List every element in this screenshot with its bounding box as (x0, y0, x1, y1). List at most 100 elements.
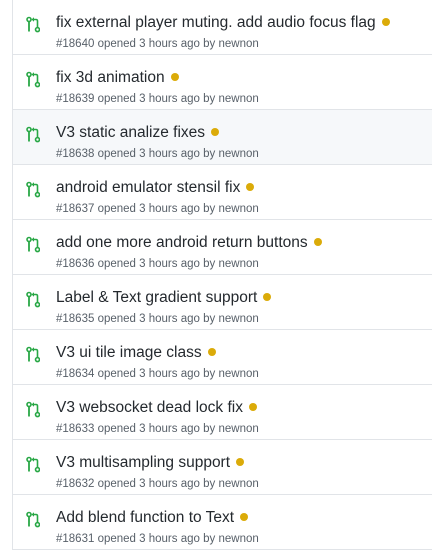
pull-request-number: #18634 (56, 368, 95, 380)
by-label: by (203, 38, 216, 50)
git-pull-request-icon (26, 181, 40, 199)
pull-request-title-line: android emulator stensil fix (56, 178, 255, 198)
author-link[interactable]: newnon (218, 203, 258, 215)
pull-request-number: #18632 (56, 478, 95, 490)
author-link[interactable]: newnon (218, 533, 258, 545)
pull-request-row[interactable]: V3 ui tile image class #18634 opened 3 h… (13, 330, 432, 385)
opened-label: opened (97, 313, 136, 325)
pull-request-row[interactable]: add one more android return buttons #186… (13, 220, 432, 275)
pull-request-title-link[interactable]: V3 static analize fixes (56, 124, 205, 141)
pull-request-title-line: fix 3d animation (56, 68, 179, 88)
opened-label: opened (97, 93, 136, 105)
pull-request-title-link[interactable]: fix external player muting. add audio fo… (56, 14, 376, 31)
git-pull-request-icon (26, 511, 40, 529)
status-pending-dot[interactable] (240, 513, 249, 521)
author-link[interactable]: newnon (218, 313, 258, 325)
pull-request-title-line: V3 websocket dead lock fix (56, 398, 257, 418)
relative-time[interactable]: 3 hours ago (139, 258, 200, 270)
pull-request-title-line: Add blend function to Text (56, 508, 249, 528)
relative-time[interactable]: 3 hours ago (139, 203, 200, 215)
pull-request-number: #18633 (56, 423, 95, 435)
status-pending-dot[interactable] (207, 348, 216, 356)
pull-request-list: fix external player muting. add audio fo… (12, 0, 432, 550)
author-link[interactable]: newnon (218, 93, 258, 105)
author-link[interactable]: newnon (218, 148, 258, 160)
pull-request-meta: #18636 opened 3 hours ago by newnon (56, 257, 259, 271)
relative-time[interactable]: 3 hours ago (139, 38, 200, 50)
git-pull-request-icon (26, 236, 40, 254)
pull-request-number: #18636 (56, 258, 95, 270)
git-pull-request-icon (26, 16, 40, 34)
pull-request-row[interactable]: V3 static analize fixes #18638 opened 3 … (13, 110, 432, 165)
by-label: by (203, 423, 216, 435)
status-pending-dot[interactable] (263, 293, 272, 301)
pull-request-title-link[interactable]: Label & Text gradient support (56, 289, 257, 306)
by-label: by (203, 368, 216, 380)
by-label: by (203, 148, 216, 160)
pull-request-row[interactable]: Label & Text gradient support #18635 ope… (13, 275, 432, 330)
status-pending-dot[interactable] (170, 73, 179, 81)
git-pull-request-icon (26, 291, 40, 309)
author-link[interactable]: newnon (218, 478, 258, 490)
status-pending-dot[interactable] (381, 18, 390, 26)
pull-request-meta: #18635 opened 3 hours ago by newnon (56, 312, 259, 326)
relative-time[interactable]: 3 hours ago (139, 533, 200, 545)
pull-request-number: #18639 (56, 93, 95, 105)
pull-request-number: #18640 (56, 38, 95, 50)
opened-label: opened (97, 423, 136, 435)
pull-request-row[interactable]: fix 3d animation #18639 opened 3 hours a… (13, 55, 432, 110)
status-pending-dot[interactable] (246, 183, 255, 191)
relative-time[interactable]: 3 hours ago (139, 478, 200, 490)
opened-label: opened (97, 368, 136, 380)
pull-request-row[interactable]: V3 multisampling support #18632 opened 3… (13, 440, 432, 495)
status-pending-dot[interactable] (211, 128, 220, 136)
opened-label: opened (97, 148, 136, 160)
relative-time[interactable]: 3 hours ago (139, 148, 200, 160)
author-link[interactable]: newnon (218, 258, 258, 270)
author-link[interactable]: newnon (218, 38, 258, 50)
status-pending-dot[interactable] (248, 403, 257, 411)
status-pending-dot[interactable] (313, 238, 322, 246)
pull-request-meta: #18632 opened 3 hours ago by newnon (56, 477, 259, 491)
relative-time[interactable]: 3 hours ago (139, 93, 200, 105)
pull-request-title-link[interactable]: V3 ui tile image class (56, 344, 202, 361)
pull-request-title-link[interactable]: V3 multisampling support (56, 454, 230, 471)
author-link[interactable]: newnon (218, 423, 258, 435)
opened-label: opened (97, 258, 136, 270)
git-pull-request-icon (26, 71, 40, 89)
pull-request-number: #18638 (56, 148, 95, 160)
pull-request-title-link[interactable]: V3 websocket dead lock fix (56, 399, 243, 416)
pull-request-row[interactable]: android emulator stensil fix #18637 open… (13, 165, 432, 220)
by-label: by (203, 313, 216, 325)
pull-request-title-line: Label & Text gradient support (56, 288, 272, 308)
pull-request-title-link[interactable]: android emulator stensil fix (56, 179, 240, 196)
pull-request-row[interactable]: V3 websocket dead lock fix #18633 opened… (13, 385, 432, 440)
opened-label: opened (97, 203, 136, 215)
by-label: by (203, 478, 216, 490)
pull-request-number: #18637 (56, 203, 95, 215)
relative-time[interactable]: 3 hours ago (139, 423, 200, 435)
relative-time[interactable]: 3 hours ago (139, 313, 200, 325)
author-link[interactable]: newnon (218, 368, 258, 380)
relative-time[interactable]: 3 hours ago (139, 368, 200, 380)
git-pull-request-icon (26, 456, 40, 474)
pull-request-title-line: V3 ui tile image class (56, 343, 216, 363)
pull-request-row[interactable]: Add blend function to Text #18631 opened… (13, 495, 432, 550)
pull-request-title-link[interactable]: Add blend function to Text (56, 509, 234, 526)
by-label: by (203, 533, 216, 545)
pull-request-title-link[interactable]: fix 3d animation (56, 69, 165, 86)
pull-request-number: #18635 (56, 313, 95, 325)
pull-request-meta: #18638 opened 3 hours ago by newnon (56, 147, 259, 161)
opened-label: opened (97, 478, 136, 490)
status-pending-dot[interactable] (236, 458, 245, 466)
opened-label: opened (97, 38, 136, 50)
pull-request-meta: #18631 opened 3 hours ago by newnon (56, 532, 259, 546)
pull-request-meta: #18637 opened 3 hours ago by newnon (56, 202, 259, 216)
git-pull-request-icon (26, 346, 40, 364)
pull-request-meta: #18634 opened 3 hours ago by newnon (56, 367, 259, 381)
pull-request-row[interactable]: fix external player muting. add audio fo… (13, 0, 432, 55)
git-pull-request-icon (26, 126, 40, 144)
pull-request-number: #18631 (56, 533, 95, 545)
pull-request-title-link[interactable]: add one more android return buttons (56, 234, 308, 251)
git-pull-request-icon (26, 401, 40, 419)
